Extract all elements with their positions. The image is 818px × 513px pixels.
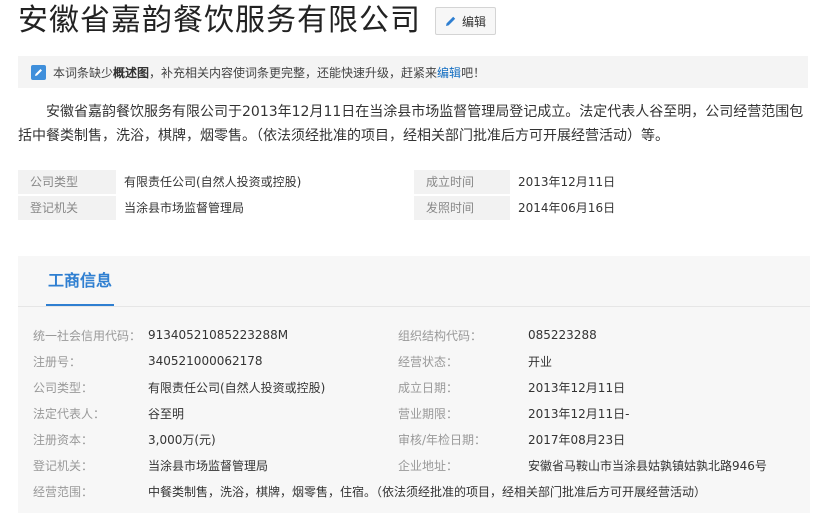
table-row: 公司类型： 有限责任公司(自然人投资或控股) 成立日期： 2013年12月11日 — [18, 374, 810, 400]
field-label: 注册号： — [33, 354, 82, 369]
field-label: 经营范围： — [33, 484, 94, 499]
field-value: 2017年08月23日 — [528, 432, 626, 447]
table-row: 注册号： 340521000062178 经营状态： 开业 — [18, 348, 810, 374]
field-value: 2013年12月11日- — [528, 406, 630, 421]
field-value: 2013年12月11日 — [528, 380, 626, 395]
field-label: 统一社会信用代码： — [33, 328, 142, 343]
basic-key: 发照时间 — [414, 196, 510, 220]
field-label: 公司类型： — [33, 380, 94, 395]
field-value: 有限责任公司(自然人投资或控股) — [148, 380, 326, 395]
table-row: 经营范围： 中餐类制售，洗浴，棋牌，烟零售，住宿。（依法须经批准的项目，经相关部… — [18, 478, 810, 504]
page-title: 安徽省嘉韵餐饮服务有限公司 — [18, 3, 421, 38]
edit-button-label: 编辑 — [462, 14, 487, 29]
field-label: 经营状态： — [398, 354, 459, 369]
field-label: 登记机关： — [33, 458, 94, 473]
field-value: 开业 — [528, 354, 553, 369]
field-value: 340521000062178 — [148, 354, 263, 368]
field-value: 当涂县市场监督管理局 — [148, 458, 269, 473]
field-value: 谷至明 — [148, 406, 185, 421]
tab-business-info[interactable]: 工商信息 — [46, 268, 115, 306]
notice-edit-link[interactable]: 编辑 — [437, 66, 461, 80]
field-label: 企业地址： — [398, 458, 459, 473]
field-value: 085223288 — [528, 328, 597, 342]
business-info-header: 工商信息 — [18, 256, 810, 307]
edit-note-icon — [31, 64, 46, 80]
field-label: 营业期限： — [398, 406, 459, 421]
basic-info-row: 登记机关 当涂县市场监督管理局 发照时间 2014年06月16日 — [18, 196, 810, 220]
basic-value: 有限责任公司(自然人投资或控股) — [124, 175, 302, 189]
basic-value: 2013年12月11日 — [518, 175, 616, 189]
field-label: 注册资本： — [33, 432, 94, 447]
pencil-icon — [446, 16, 456, 26]
basic-info-row: 公司类型 有限责任公司(自然人投资或控股) 成立时间 2013年12月11日 — [18, 170, 810, 194]
basic-value: 当涂县市场监督管理局 — [124, 201, 245, 215]
notice-text: 本词条缺少概述图，补充相关内容使词条更完整，还能快速升级，赶紧来编辑吧！ — [53, 65, 486, 80]
basic-info-table: 公司类型 有限责任公司(自然人投资或控股) 成立时间 2013年12月11日 登… — [18, 170, 810, 220]
table-row: 法定代表人： 谷至明 营业期限： 2013年12月11日- — [18, 400, 810, 426]
field-label: 法定代表人： — [33, 406, 106, 421]
table-row: 登记机关： 当涂县市场监督管理局 企业地址： 安徽省马鞍山市当涂县姑孰镇姑孰北路… — [18, 452, 810, 478]
table-row: 注册资本： 3,000万(元) 审核/年检日期： 2017年08月23日 — [18, 426, 810, 452]
field-label: 成立日期： — [398, 380, 459, 395]
field-value: 3,000万(元) — [148, 432, 216, 447]
business-info-panel: 工商信息 统一社会信用代码： 91340521085223288M 组织结构代码… — [18, 256, 810, 513]
table-row: 统一社会信用代码： 91340521085223288M 组织结构代码： 085… — [18, 322, 810, 348]
field-label: 组织结构代码： — [398, 328, 483, 343]
basic-key: 登记机关 — [18, 196, 116, 220]
edit-button[interactable]: 编辑 — [435, 7, 497, 35]
summary-paragraph: 安徽省嘉韵餐饮服务有限公司于2013年12月11日在当涂县市场监督管理局登记成立… — [18, 104, 804, 144]
field-value: 安徽省马鞍山市当涂县姑孰镇姑孰北路946号 — [528, 458, 767, 473]
field-value: 中餐类制售，洗浴，棋牌，烟零售，住宿。（依法须经批准的项目，经相关部门批准后方可… — [148, 484, 707, 499]
field-value: 91340521085223288M — [148, 328, 289, 342]
basic-value: 2014年06月16日 — [518, 201, 616, 215]
field-label: 审核/年检日期： — [398, 432, 487, 447]
basic-key: 成立时间 — [414, 170, 510, 194]
basic-key: 公司类型 — [18, 170, 116, 194]
business-info-grid: 统一社会信用代码： 91340521085223288M 组织结构代码： 085… — [18, 322, 810, 504]
title-row: 安徽省嘉韵餐饮服务有限公司 编辑 — [18, 0, 497, 42]
notice-bar: 本词条缺少概述图，补充相关内容使词条更完整，还能快速升级，赶紧来编辑吧！ — [18, 56, 808, 88]
